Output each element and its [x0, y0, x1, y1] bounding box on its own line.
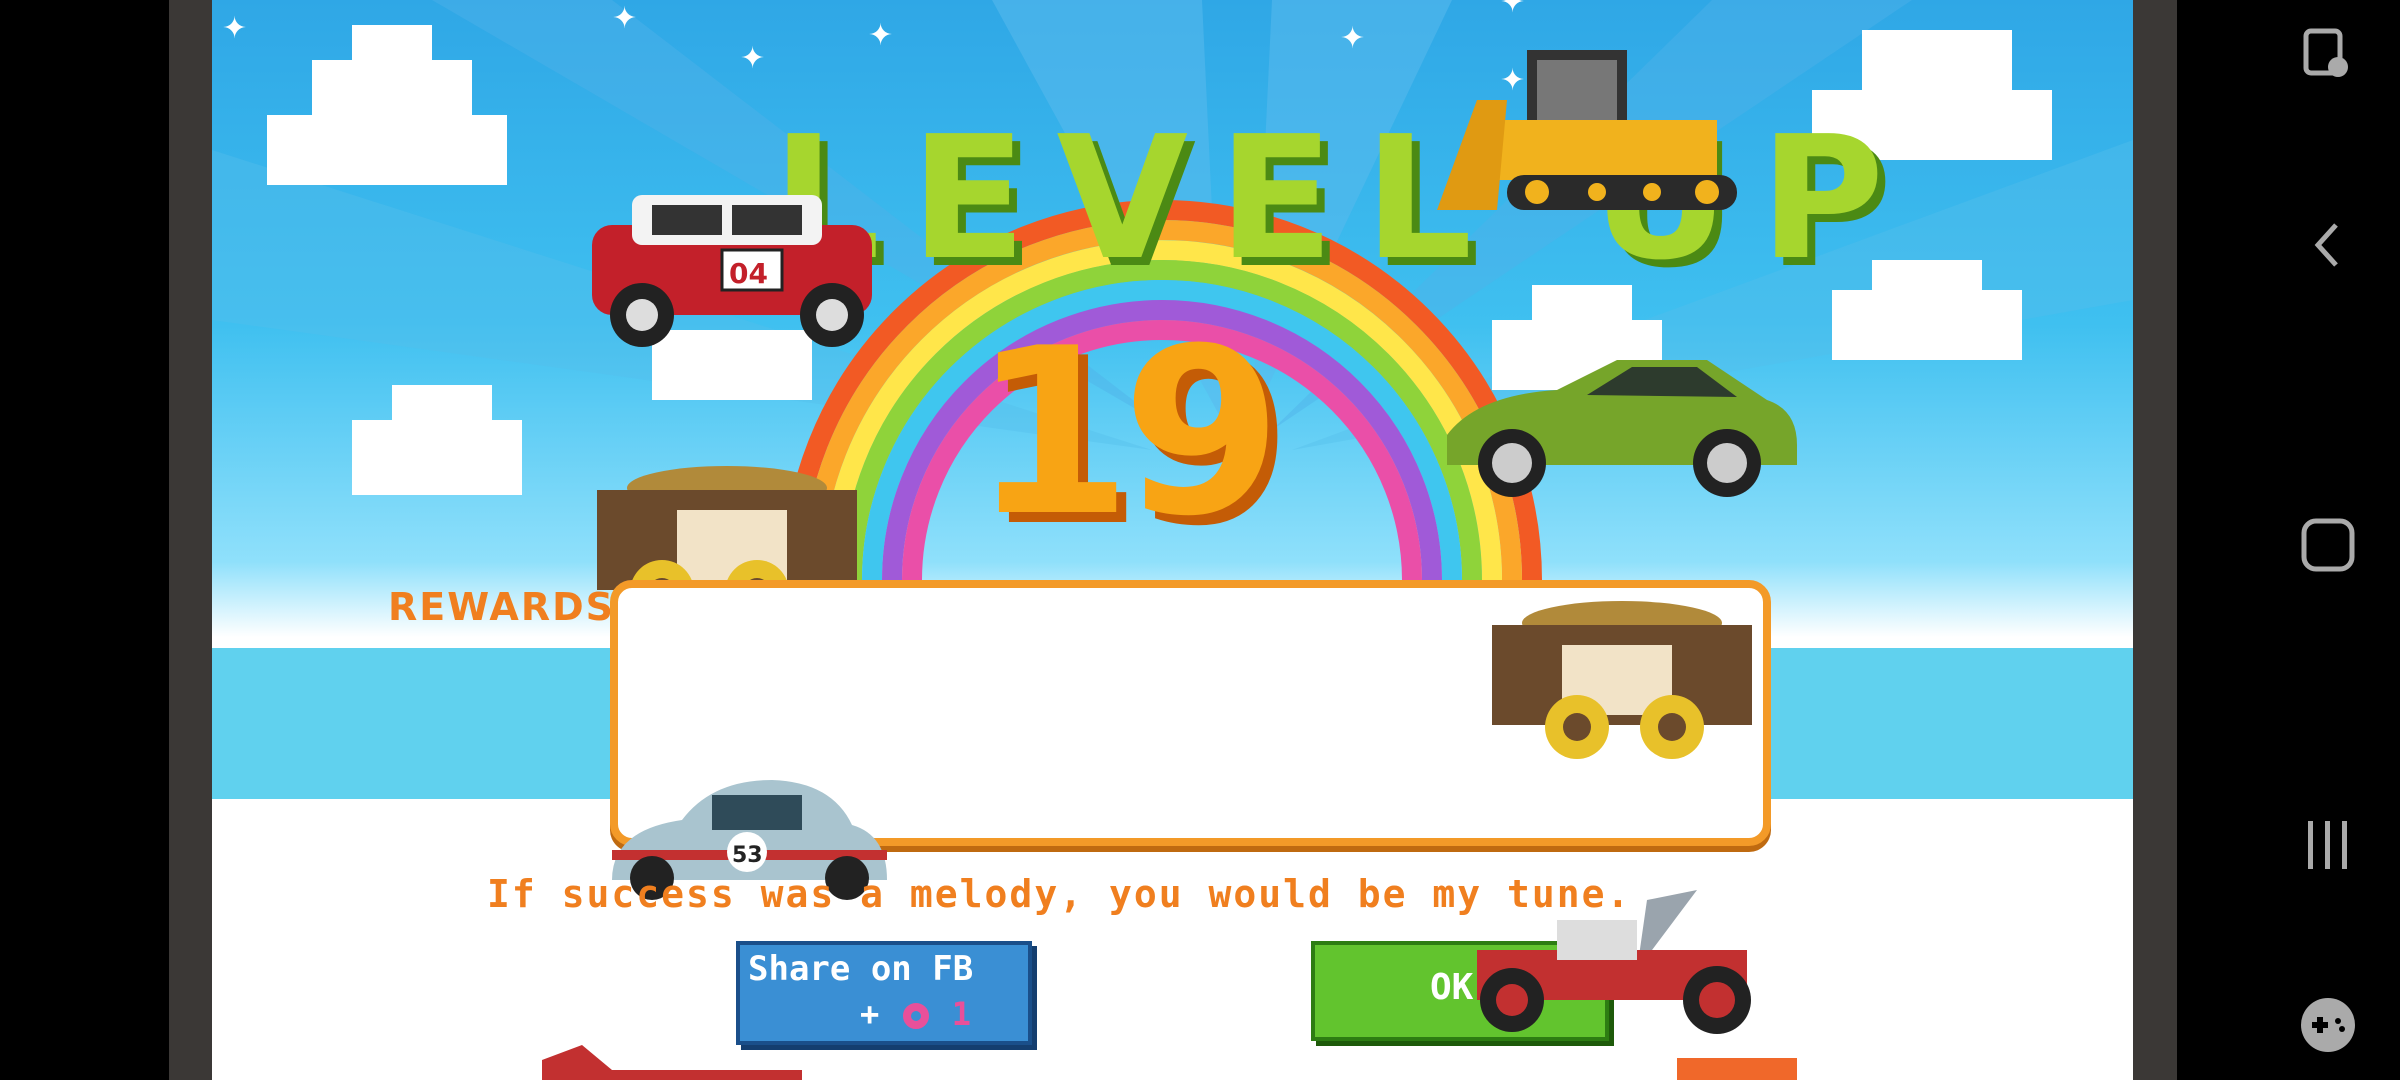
- share-on-fb-button[interactable]: Share on FB + 1: [736, 941, 1032, 1045]
- donut-icon: [902, 1003, 929, 1029]
- screen-overlay-icon[interactable]: [2283, 10, 2373, 100]
- home-icon[interactable]: [2283, 500, 2373, 590]
- tagline-text: If success was a melody, you would be my…: [487, 872, 1632, 916]
- svg-text:✦: ✦: [222, 11, 247, 46]
- reward-plus: +: [860, 995, 880, 1033]
- level-up-screen: ✦ ✦ ✦ ✦ ✦ ✦ ✦ LEVEL UP 19 04 REWARDS 53 …: [212, 0, 2133, 1080]
- share-button-label: Share on FB: [748, 949, 974, 989]
- svg-text:✦: ✦: [1500, 0, 1525, 20]
- reward-amount: 1: [951, 995, 972, 1033]
- share-reward: + 1: [860, 995, 971, 1033]
- rewards-label: REWARDS: [388, 585, 616, 629]
- svg-text:✦: ✦: [1340, 21, 1365, 56]
- partial-car-bottom-right: [1677, 1058, 1797, 1080]
- svg-text:✦: ✦: [612, 1, 637, 36]
- treasure-wagon-right: [1492, 601, 1752, 759]
- svg-text:04: 04: [729, 257, 768, 290]
- partial-car-bottom-left: [542, 1045, 802, 1080]
- red-rally-car: 04: [592, 195, 872, 347]
- bulldozer: [1437, 50, 1737, 210]
- svg-text:53: 53: [732, 843, 763, 868]
- frame-border-right: [2133, 0, 2177, 1080]
- green-sports-car: [1447, 360, 1797, 497]
- hot-rod-car: [1477, 890, 1751, 1034]
- level-number: 19: [972, 300, 1282, 567]
- svg-text:✦: ✦: [868, 18, 893, 53]
- screen-letterbox-left: [0, 0, 169, 1080]
- frame-border-left: [169, 0, 212, 1080]
- svg-text:✦: ✦: [740, 41, 765, 76]
- recents-icon[interactable]: [2283, 800, 2373, 890]
- game-launcher-icon[interactable]: [2283, 980, 2373, 1070]
- back-icon[interactable]: [2283, 200, 2373, 290]
